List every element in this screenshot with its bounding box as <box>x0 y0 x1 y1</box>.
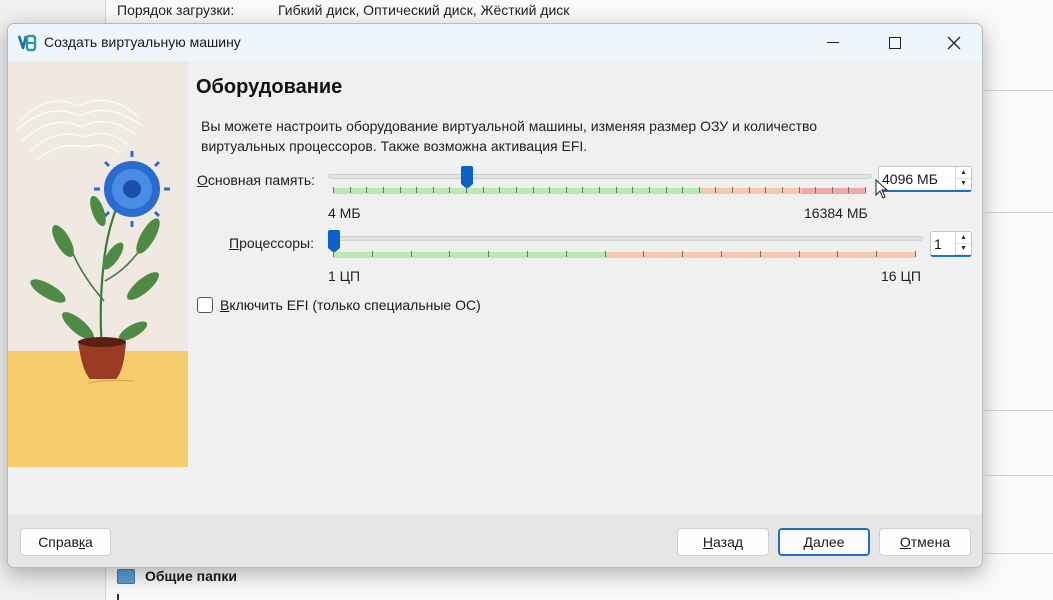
scale-tick <box>876 251 877 257</box>
virtualbox-app-icon <box>17 34 37 52</box>
scale-tick <box>411 251 412 257</box>
minimize-icon <box>827 42 839 43</box>
scale-tick <box>499 187 500 193</box>
scale-tick <box>765 187 766 193</box>
scale-tick <box>400 187 401 193</box>
scale-tick <box>483 187 484 193</box>
memory-min-label: 4 МБ <box>328 205 361 221</box>
memory-label: Основная память: <box>197 172 316 188</box>
cpu-max-label: 16 ЦП <box>881 268 921 284</box>
back-button[interactable]: Назад <box>677 528 769 556</box>
cpu-down-arrow-icon[interactable]: ▼ <box>956 244 971 255</box>
scale-tick <box>488 251 489 257</box>
scale-tick <box>466 187 467 193</box>
scale-tick <box>372 251 373 257</box>
cpu-spinbox[interactable]: 1 ▲ ▼ <box>930 231 972 257</box>
efi-label[interactable]: Включить EFI (только специальные ОС) <box>220 297 481 313</box>
scale-tick <box>527 251 528 257</box>
shared-folders-label: Общие папки <box>145 568 237 584</box>
close-button[interactable] <box>925 24 982 61</box>
memory-spinbox[interactable]: 4096 МБ ▲ ▼ <box>878 166 972 192</box>
scale-tick <box>449 187 450 193</box>
cpu-up-arrow-icon[interactable]: ▲ <box>956 232 971 244</box>
create-vm-dialog: Создать виртуальную машину Оборудование … <box>7 23 983 568</box>
scale-tick <box>682 251 683 257</box>
scale-tick <box>865 187 866 193</box>
scale-tick <box>566 187 567 193</box>
dialog-titlebar[interactable]: Создать виртуальную машину <box>8 24 982 61</box>
scale-tick <box>449 251 450 257</box>
scale-tick <box>605 251 606 257</box>
scale-tick <box>649 187 650 193</box>
memory-value[interactable]: 4096 МБ <box>879 171 955 187</box>
scale-tick <box>721 251 722 257</box>
dialog-title: Создать виртуальную машину <box>44 34 241 50</box>
scale-tick <box>516 187 517 193</box>
minimize-button[interactable] <box>804 24 862 61</box>
scale-tick <box>533 187 534 193</box>
cpu-slider[interactable] <box>328 236 923 241</box>
scale-tick <box>582 187 583 193</box>
memory-scale-bar <box>333 187 866 194</box>
wizard-illustration <box>8 61 188 467</box>
cpu-label: Процессоры: <box>229 235 314 251</box>
cpu-value[interactable]: 1 <box>931 236 955 252</box>
memory-max-label: 16384 МБ <box>804 205 868 221</box>
boot-order-row: Порядок загрузки: Гибкий диск, Оптически… <box>117 2 569 20</box>
scale-tick <box>632 187 633 193</box>
page-description: Вы можете настроить оборудование виртуал… <box>201 118 818 154</box>
scale-tick <box>832 187 833 193</box>
scale-tick <box>333 187 334 193</box>
scale-tick <box>782 187 783 193</box>
scale-tick <box>760 251 761 257</box>
maximize-button[interactable] <box>866 24 924 61</box>
scale-tick <box>599 187 600 193</box>
boot-order-label: Порядок загрузки: <box>117 2 235 18</box>
maximize-icon <box>889 36 901 49</box>
cancel-button[interactable]: Отмена <box>879 528 971 556</box>
scale-tick <box>799 251 800 257</box>
memory-down-arrow-icon[interactable]: ▼ <box>956 179 971 190</box>
scale-tick <box>383 187 384 193</box>
efi-checkbox[interactable] <box>197 297 213 313</box>
scale-tick <box>699 187 700 193</box>
memory-up-arrow-icon[interactable]: ▲ <box>956 167 971 179</box>
page-heading: Оборудование <box>196 76 343 98</box>
scale-tick <box>715 187 716 193</box>
dialog-footer: Справ к а Назад Далее Отмена <box>8 515 982 567</box>
efi-option[interactable]: Включить EFI (только специальные ОС) <box>197 297 481 313</box>
scale-tick <box>433 187 434 193</box>
scale-tick <box>732 187 733 193</box>
scale-tick <box>837 251 838 257</box>
next-button[interactable]: Далее <box>778 528 870 556</box>
scale-tick <box>799 187 800 193</box>
mouse-cursor-icon <box>875 179 889 199</box>
shared-folder-icon <box>117 568 135 584</box>
scale-tick <box>616 187 617 193</box>
scale-tick <box>549 187 550 193</box>
scale-tick <box>350 187 351 193</box>
boot-order-value: Гибкий диск, Оптический диск, Жёсткий ди… <box>278 2 570 18</box>
scale-tick <box>333 251 334 257</box>
tree-stub <box>117 594 123 600</box>
scale-tick <box>366 187 367 193</box>
scale-tick <box>666 187 667 193</box>
cpu-min-label: 1 ЦП <box>328 268 361 284</box>
scale-tick <box>749 187 750 193</box>
help-button[interactable]: Справ к а <box>20 528 111 556</box>
scale-tick <box>915 251 916 257</box>
cpu-scale-bar <box>333 251 916 258</box>
memory-slider[interactable] <box>328 174 872 179</box>
memory-slider-thumb[interactable] <box>461 166 473 189</box>
close-icon <box>947 36 961 49</box>
cpu-slider-thumb[interactable] <box>328 230 340 253</box>
scale-tick <box>848 187 849 193</box>
scale-tick <box>682 187 683 193</box>
scale-tick <box>566 251 567 257</box>
scale-tick <box>643 251 644 257</box>
scale-tick <box>416 187 417 193</box>
shared-folders-section[interactable]: Общие папки <box>117 566 237 586</box>
scale-tick <box>815 187 816 193</box>
